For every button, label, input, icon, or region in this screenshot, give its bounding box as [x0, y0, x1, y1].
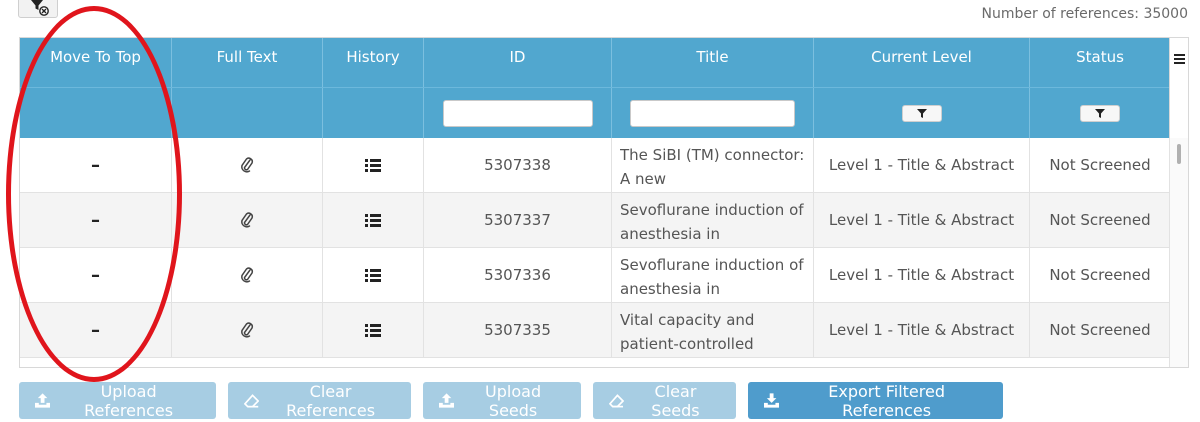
upload-seeds-label: Upload Seeds: [485, 381, 542, 420]
filter-cell-move-to-top: [20, 88, 172, 138]
clear-seeds-button[interactable]: Clear Seeds: [593, 381, 736, 420]
title-filter-input[interactable]: [630, 99, 795, 127]
id-cell: 5307335: [424, 303, 612, 357]
table-row[interactable]: – 5307337 Sevoflurane induction of anest…: [20, 193, 1171, 248]
title-text: Sevoflurane induction of anesthesia in: [620, 201, 804, 243]
status-cell: Not Screened: [1030, 248, 1171, 302]
filter-cell-current-level: [814, 88, 1030, 138]
column-header-move-to-top[interactable]: Move To Top: [20, 38, 172, 87]
column-header-full-text[interactable]: Full Text: [172, 38, 323, 87]
filter-cell-title: [612, 88, 814, 138]
list-icon[interactable]: [365, 323, 381, 337]
current-level-cell: Level 1 - Title & Abstract: [814, 193, 1030, 247]
export-filtered-references-button[interactable]: Export Filtered References: [748, 381, 1003, 420]
scrollbar-thumb[interactable]: [1177, 144, 1181, 164]
upload-references-label: Upload References: [84, 381, 174, 420]
clear-references-button[interactable]: Clear References: [228, 381, 411, 420]
current-level-filter-dropdown[interactable]: [901, 104, 942, 122]
status-filter-dropdown[interactable]: [1080, 104, 1120, 122]
full-text-cell[interactable]: [172, 193, 323, 247]
list-icon[interactable]: [365, 213, 381, 227]
move-to-top-cell[interactable]: –: [20, 138, 172, 192]
table-row[interactable]: – 5307336 Sevoflurane induction of anest…: [20, 248, 1171, 303]
column-header-current-level[interactable]: Current Level: [814, 38, 1030, 87]
history-cell[interactable]: [323, 138, 424, 192]
grid-body: – 5307338 The SiBI (TM) connector: A new…: [20, 138, 1171, 367]
column-header-title[interactable]: Title: [612, 38, 814, 87]
title-text: The SiBI (TM) connector: A new: [620, 146, 805, 188]
eraser-icon: [244, 393, 260, 408]
filter-cell-id: [424, 88, 612, 138]
upload-icon: [439, 393, 455, 408]
action-button-bar: Upload References Clear References Uploa…: [19, 381, 1003, 420]
column-header-status[interactable]: Status: [1030, 38, 1171, 87]
paperclip-icon[interactable]: [240, 321, 254, 339]
table-row[interactable]: – 5307338 The SiBI (TM) connector: A new…: [20, 138, 1171, 193]
paperclip-icon[interactable]: [240, 266, 254, 284]
move-to-top-indicator: –: [91, 319, 100, 341]
table-row[interactable]: – 5307335 Vital capacity and patient-con…: [20, 303, 1171, 358]
history-cell[interactable]: [323, 248, 424, 302]
clear-references-label: Clear References: [286, 381, 376, 420]
grid-header-row: Move To Top Full Text History ID Title C…: [20, 38, 1171, 87]
filter-cell-history: [323, 88, 424, 138]
clear-seeds-label: Clear Seeds: [651, 381, 700, 420]
eraser-icon: [609, 393, 624, 407]
current-level-cell: Level 1 - Title & Abstract: [814, 303, 1030, 357]
title-cell: The SiBI (TM) connector: A new: [612, 138, 814, 192]
move-to-top-cell[interactable]: –: [20, 193, 172, 247]
full-text-cell[interactable]: [172, 138, 323, 192]
filter-cell-status: [1030, 88, 1171, 138]
id-cell: 5307338: [424, 138, 612, 192]
filter-clear-icon: [31, 0, 49, 16]
full-text-cell[interactable]: [172, 248, 323, 302]
clear-filters-button[interactable]: [18, 0, 58, 18]
full-text-cell[interactable]: [172, 303, 323, 357]
grid-filter-row: [20, 87, 1171, 138]
vertical-scrollbar[interactable]: [1169, 138, 1188, 367]
list-icon[interactable]: [365, 268, 381, 282]
download-icon: [764, 393, 780, 408]
current-level-cell: Level 1 - Title & Abstract: [814, 138, 1030, 192]
move-to-top-cell[interactable]: –: [20, 248, 172, 302]
title-text: Sevoflurane induction of anesthesia in: [620, 256, 804, 298]
status-cell: Not Screened: [1030, 138, 1171, 192]
column-header-id[interactable]: ID: [424, 38, 612, 87]
title-cell: Sevoflurane induction of anesthesia in: [612, 193, 814, 247]
upload-seeds-button[interactable]: Upload Seeds: [423, 381, 581, 420]
list-icon[interactable]: [365, 158, 381, 172]
move-to-top-cell[interactable]: –: [20, 303, 172, 357]
paperclip-icon[interactable]: [240, 211, 254, 229]
title-cell: Sevoflurane induction of anesthesia in: [612, 248, 814, 302]
references-grid: Move To Top Full Text History ID Title C…: [19, 37, 1189, 368]
history-cell[interactable]: [323, 303, 424, 357]
move-to-top-indicator: –: [91, 154, 100, 176]
export-filtered-references-label: Export Filtered References: [828, 381, 945, 420]
title-text: Vital capacity and patient-controlled: [620, 311, 755, 353]
reference-count: Number of references: 35000: [981, 6, 1188, 22]
filter-cell-full-text: [172, 88, 323, 138]
menu-icon: [1173, 54, 1185, 64]
history-cell[interactable]: [323, 193, 424, 247]
filter-icon: [916, 108, 927, 118]
paperclip-icon[interactable]: [240, 156, 254, 174]
column-menu-button[interactable]: [1169, 38, 1188, 138]
upload-icon: [35, 393, 51, 408]
move-to-top-indicator: –: [91, 264, 100, 286]
id-cell: 5307337: [424, 193, 612, 247]
title-cell: Vital capacity and patient-controlled: [612, 303, 814, 357]
column-header-history[interactable]: History: [323, 38, 424, 87]
id-filter-input[interactable]: [442, 99, 593, 127]
upload-references-button[interactable]: Upload References: [19, 381, 216, 420]
status-cell: Not Screened: [1030, 193, 1171, 247]
id-cell: 5307336: [424, 248, 612, 302]
status-cell: Not Screened: [1030, 303, 1171, 357]
move-to-top-indicator: –: [91, 209, 100, 231]
filter-icon: [1095, 108, 1105, 118]
current-level-cell: Level 1 - Title & Abstract: [814, 248, 1030, 302]
